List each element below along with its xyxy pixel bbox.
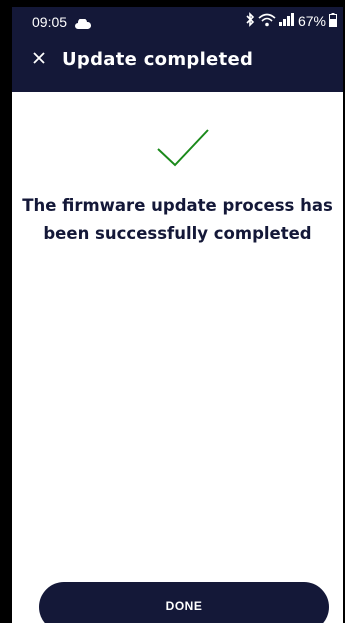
wifi-icon	[258, 13, 276, 30]
cloud-icon	[75, 16, 92, 32]
app-screen: 09:05 67% Update completed The firmware …	[12, 7, 343, 623]
close-icon	[32, 50, 46, 69]
signal-icon	[278, 13, 295, 29]
top-bar: 09:05 67% Update completed	[12, 7, 343, 92]
done-button[interactable]: DONE	[39, 582, 329, 623]
status-time: 09:05	[32, 14, 68, 30]
done-button-label: DONE	[165, 599, 203, 613]
battery-icon	[329, 12, 337, 30]
bluetooth-icon	[245, 12, 255, 30]
status-bar: 09:05 67%	[12, 7, 343, 35]
battery-percent: 67%	[297, 13, 326, 29]
page-title: Update completed	[62, 48, 254, 70]
checkmark-icon	[155, 127, 211, 173]
header: Update completed	[12, 39, 343, 79]
success-message: The firmware update process has been suc…	[22, 196, 333, 243]
status-icons: 67%	[245, 12, 337, 30]
close-button[interactable]	[28, 48, 50, 70]
